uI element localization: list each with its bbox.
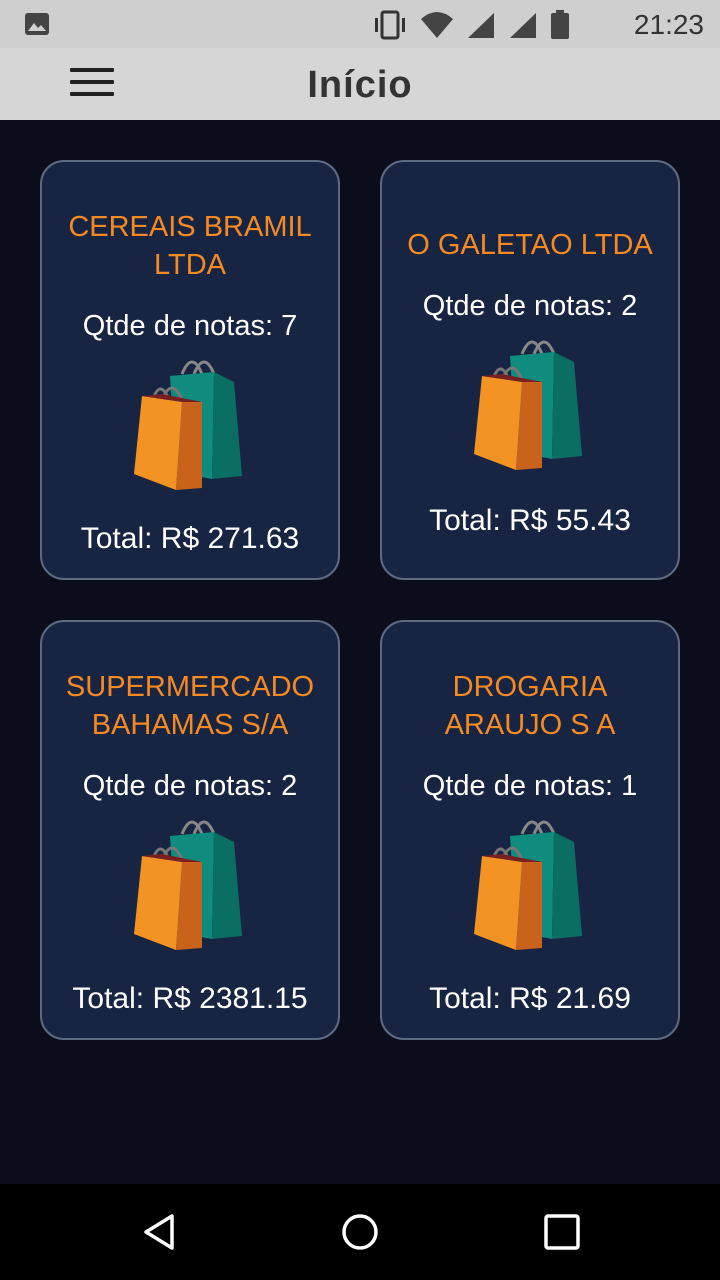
shopping-bags-icon [132, 354, 252, 494]
app-bar: Início [0, 48, 720, 120]
store-card[interactable]: CEREAIS BRAMIL LTDA Qtde de notas: 7 Tot… [40, 160, 340, 580]
store-name: DROGARIA ARAUJO S A [444, 671, 616, 741]
vibrate-icon [372, 10, 408, 45]
notes-count: Qtde de notas: 2 [422, 290, 638, 322]
store-total: Total: R$ 271.63 [80, 522, 300, 555]
home-circle-icon[interactable] [340, 1212, 380, 1252]
signal-icon [508, 11, 538, 44]
store-card[interactable]: DROGARIA ARAUJO S A Qtde de notas: 1 Tot… [380, 620, 680, 1040]
battery-icon [550, 10, 570, 45]
store-name: SUPERMERCADO BAHAMAS S/A [65, 671, 315, 741]
store-total: Total: R$ 55.43 [429, 504, 631, 537]
shopping-bags-icon [472, 334, 592, 474]
store-total: Total: R$ 21.69 [429, 982, 631, 1015]
status-time: 21:23 [633, 9, 704, 40]
status-bar: 21:23 [0, 0, 720, 48]
store-grid: CEREAIS BRAMIL LTDA Qtde de notas: 7 Tot… [0, 120, 720, 1184]
notes-count: Qtde de notas: 1 [422, 770, 638, 802]
store-total: Total: R$ 2381.15 [72, 982, 308, 1015]
back-triangle-icon[interactable] [140, 1212, 180, 1252]
store-card[interactable]: O GALETAO LTDA Qtde de notas: 2 Total: R… [380, 160, 680, 580]
image-icon [24, 12, 50, 41]
signal-icon [466, 11, 496, 44]
shopping-bags-icon [472, 814, 592, 954]
navigation-bar [0, 1184, 720, 1280]
notes-count: Qtde de notas: 2 [82, 770, 298, 802]
notes-count: Qtde de notas: 7 [82, 310, 298, 342]
recents-square-icon[interactable] [542, 1212, 582, 1252]
shopping-bags-icon [132, 814, 252, 954]
store-name: O GALETAO LTDA [407, 229, 653, 261]
store-card[interactable]: SUPERMERCADO BAHAMAS S/A Qtde de notas: … [40, 620, 340, 1040]
page-title: Início [307, 64, 413, 106]
store-name: CEREAIS BRAMIL LTDA [68, 211, 312, 281]
wifi-icon [420, 11, 454, 44]
